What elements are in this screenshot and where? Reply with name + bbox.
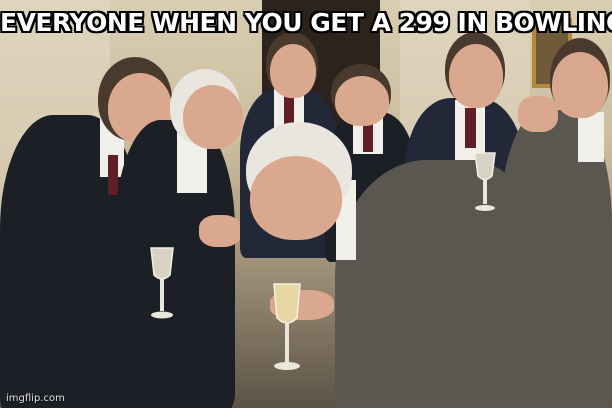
face (335, 76, 389, 126)
wine-glass-right (474, 152, 496, 211)
hand (199, 215, 241, 247)
face (552, 52, 608, 118)
face (183, 85, 243, 149)
shirt-collar (578, 112, 604, 162)
suit (335, 160, 540, 408)
meme-image: EVERYONE WHEN YOU GET A 299 IN BOWLING i… (0, 0, 612, 408)
meme-caption: EVERYONE WHEN YOU GET A 299 IN BOWLING (0, 8, 612, 37)
face (449, 44, 503, 108)
wine-glass-left (150, 247, 174, 319)
face (250, 156, 342, 240)
imgflip-watermark: imgflip.com (6, 393, 65, 404)
wine-glass (273, 283, 301, 370)
face (270, 44, 316, 98)
